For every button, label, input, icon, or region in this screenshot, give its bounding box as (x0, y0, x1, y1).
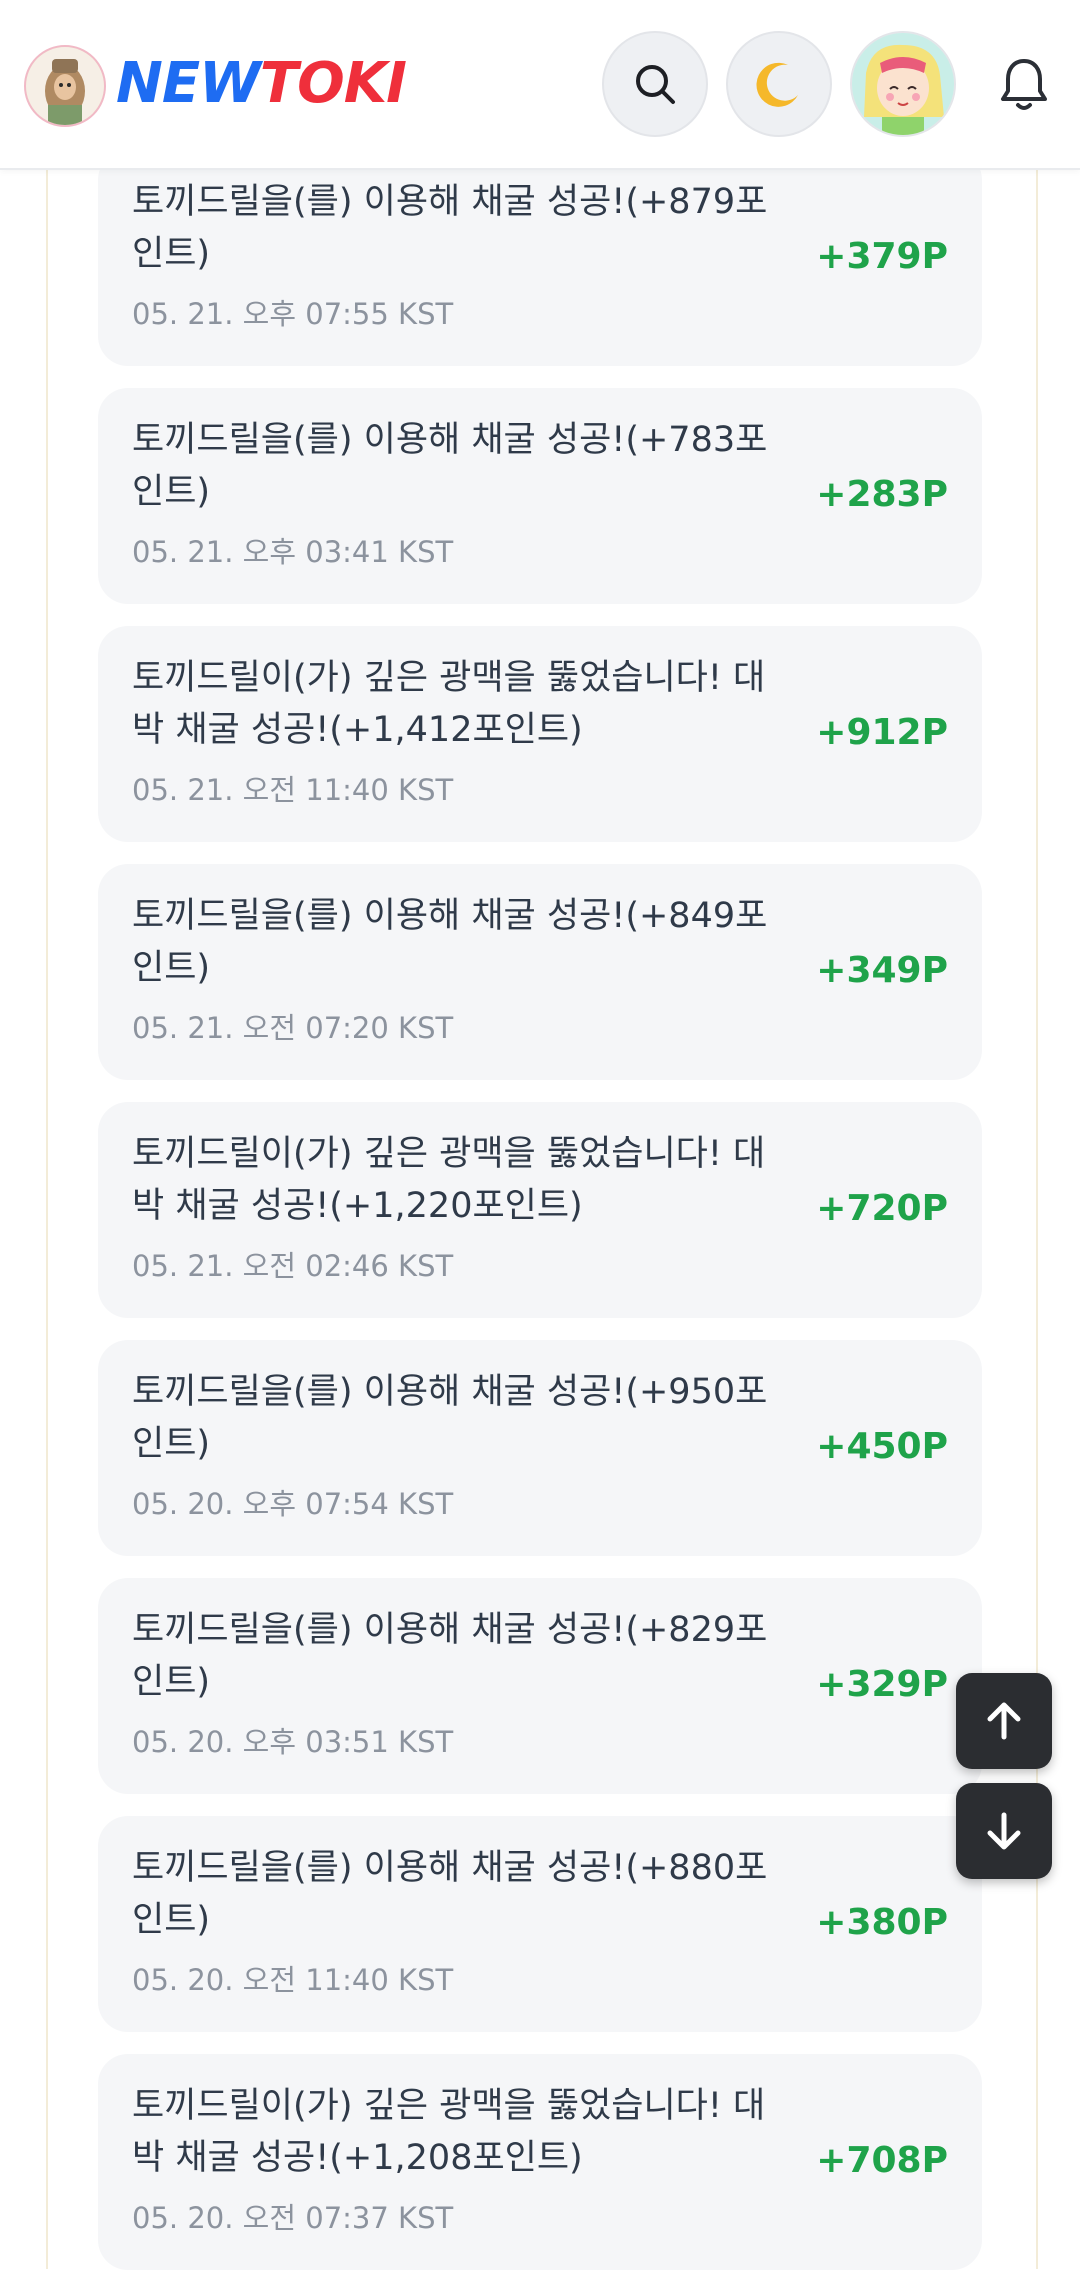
history-date: 05. 21. 오후 03:41 KST (132, 535, 454, 569)
site-logo-avatar[interactable] (24, 45, 106, 127)
history-item: 토끼드릴을(를) 이용해 채굴 성공!(+950포인트) 05. 20. 오후 … (98, 1340, 982, 1556)
history-item: 토끼드릴을(를) 이용해 채굴 성공!(+849포인트) 05. 21. 오전 … (98, 864, 982, 1080)
history-description: 토끼드릴이(가) 깊은 광맥을 뚫었습니다! 대박 채굴 성공!(+1,208포… (132, 2086, 766, 2178)
history-points: +379P (816, 236, 948, 277)
history-date: 05. 21. 오전 07:20 KST (132, 1011, 454, 1045)
scroll-top-button[interactable] (956, 1673, 1052, 1769)
dark-mode-toggle[interactable] (726, 31, 832, 137)
history-description: 토끼드릴을(를) 이용해 채굴 성공!(+879포인트) (132, 182, 768, 274)
history-points: +329P (816, 1664, 948, 1705)
notification-button[interactable] (998, 55, 1050, 113)
history-item: 토끼드릴을(를) 이용해 채굴 성공!(+880포인트) 05. 20. 오전 … (98, 1816, 982, 2032)
history-description: 토끼드릴을(를) 이용해 채굴 성공!(+950포인트) (132, 1372, 768, 1464)
history-points: +283P (816, 474, 948, 515)
history-description: 토끼드릴이(가) 깊은 광맥을 뚫었습니다! 대박 채굴 성공!(+1,220포… (132, 1134, 766, 1226)
history-description: 토끼드릴이(가) 깊은 광맥을 뚫었습니다! 대박 채굴 성공!(+1,412포… (132, 658, 766, 750)
scroll-bottom-button[interactable] (956, 1783, 1052, 1879)
logo-toki: TOKI (259, 51, 407, 116)
history-description: 토끼드릴을(를) 이용해 채굴 성공!(+829포인트) (132, 1610, 768, 1702)
history-points: +349P (816, 950, 948, 991)
site-logo-text[interactable]: NEWTOKI (116, 48, 407, 120)
history-description: 토끼드릴을(를) 이용해 채굴 성공!(+880포인트) (132, 1848, 768, 1940)
history-points: +708P (816, 2140, 948, 2181)
history-date: 05. 20. 오전 07:37 KST (132, 2201, 454, 2235)
history-points: +720P (816, 1188, 948, 1229)
history-item: 토끼드릴을(를) 이용해 채굴 성공!(+879포인트) 05. 21. 오후 … (98, 150, 982, 366)
history-item: 토끼드릴을(를) 이용해 채굴 성공!(+783포인트) 05. 21. 오후 … (98, 388, 982, 604)
history-description: 토끼드릴을(를) 이용해 채굴 성공!(+783포인트) (132, 420, 768, 512)
history-date: 05. 20. 오후 07:54 KST (132, 1487, 454, 1521)
history-item: 토끼드릴이(가) 깊은 광맥을 뚫었습니다! 대박 채굴 성공!(+1,220포… (98, 1102, 982, 1318)
history-date: 05. 20. 오전 11:40 KST (132, 1963, 454, 1997)
history-description: 토끼드릴을(를) 이용해 채굴 성공!(+849포인트) (132, 896, 768, 988)
history-date: 05. 20. 오후 03:51 KST (132, 1725, 454, 1759)
user-avatar-button[interactable] (850, 31, 956, 137)
history-date: 05. 21. 오후 07:55 KST (132, 297, 454, 331)
history-points: +450P (816, 1426, 948, 1467)
arrow-down-icon (987, 1812, 1021, 1850)
search-button[interactable] (602, 31, 708, 137)
arrow-up-icon (987, 1702, 1021, 1740)
top-header: NEWTOKI (0, 0, 1080, 170)
bell-icon (1001, 59, 1047, 110)
history-item: 토끼드릴을(를) 이용해 채굴 성공!(+829포인트) 05. 20. 오후 … (98, 1578, 982, 1794)
history-points: +380P (816, 1902, 948, 1943)
search-icon (636, 65, 675, 104)
history-date: 05. 21. 오전 11:40 KST (132, 773, 454, 807)
history-date: 05. 21. 오전 02:46 KST (132, 1249, 454, 1283)
user-avatar (852, 33, 954, 135)
history-item: 토끼드릴이(가) 깊은 광맥을 뚫었습니다! 대박 채굴 성공!(+1,412포… (98, 626, 982, 842)
moon-icon (756, 62, 798, 107)
history-points: +912P (816, 712, 948, 753)
logo-new: NEW (116, 51, 261, 116)
history-item: 토끼드릴이(가) 깊은 광맥을 뚫었습니다! 대박 채굴 성공!(+1,208포… (98, 2054, 982, 2270)
